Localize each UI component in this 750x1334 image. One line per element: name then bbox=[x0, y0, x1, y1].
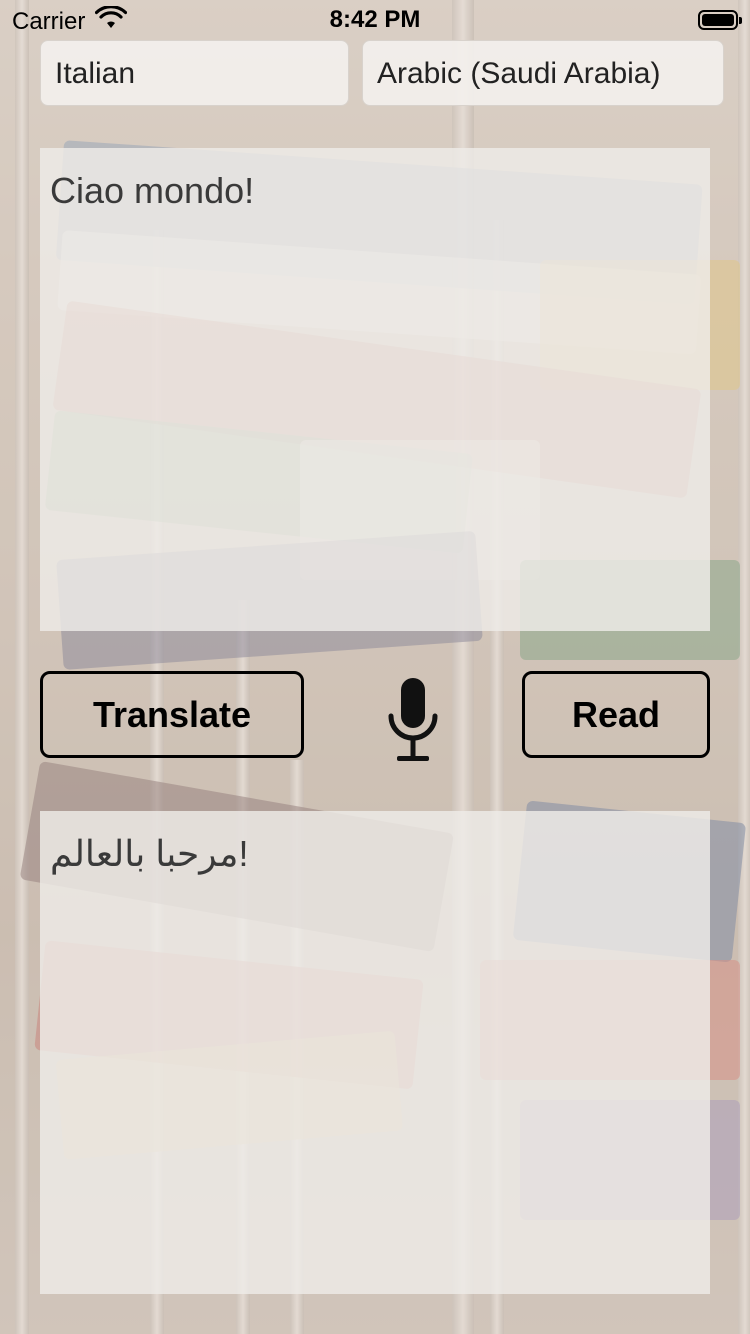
read-button[interactable]: Read bbox=[522, 671, 710, 758]
source-text-input[interactable]: Ciao mondo! bbox=[40, 148, 710, 631]
battery-icon bbox=[698, 10, 742, 30]
battery-fill bbox=[702, 14, 734, 26]
translate-button[interactable]: Translate bbox=[40, 671, 304, 758]
status-bar: Carrier 8:42 PM bbox=[0, 0, 750, 40]
microphone-icon[interactable] bbox=[385, 676, 441, 768]
target-language-picker[interactable]: Arabic (Saudi Arabia) bbox=[362, 40, 724, 106]
status-time: 8:42 PM bbox=[329, 6, 421, 33]
source-language-picker[interactable]: Italian bbox=[40, 40, 349, 106]
translation-output[interactable]: مرحبا بالعالم! bbox=[40, 811, 710, 1294]
